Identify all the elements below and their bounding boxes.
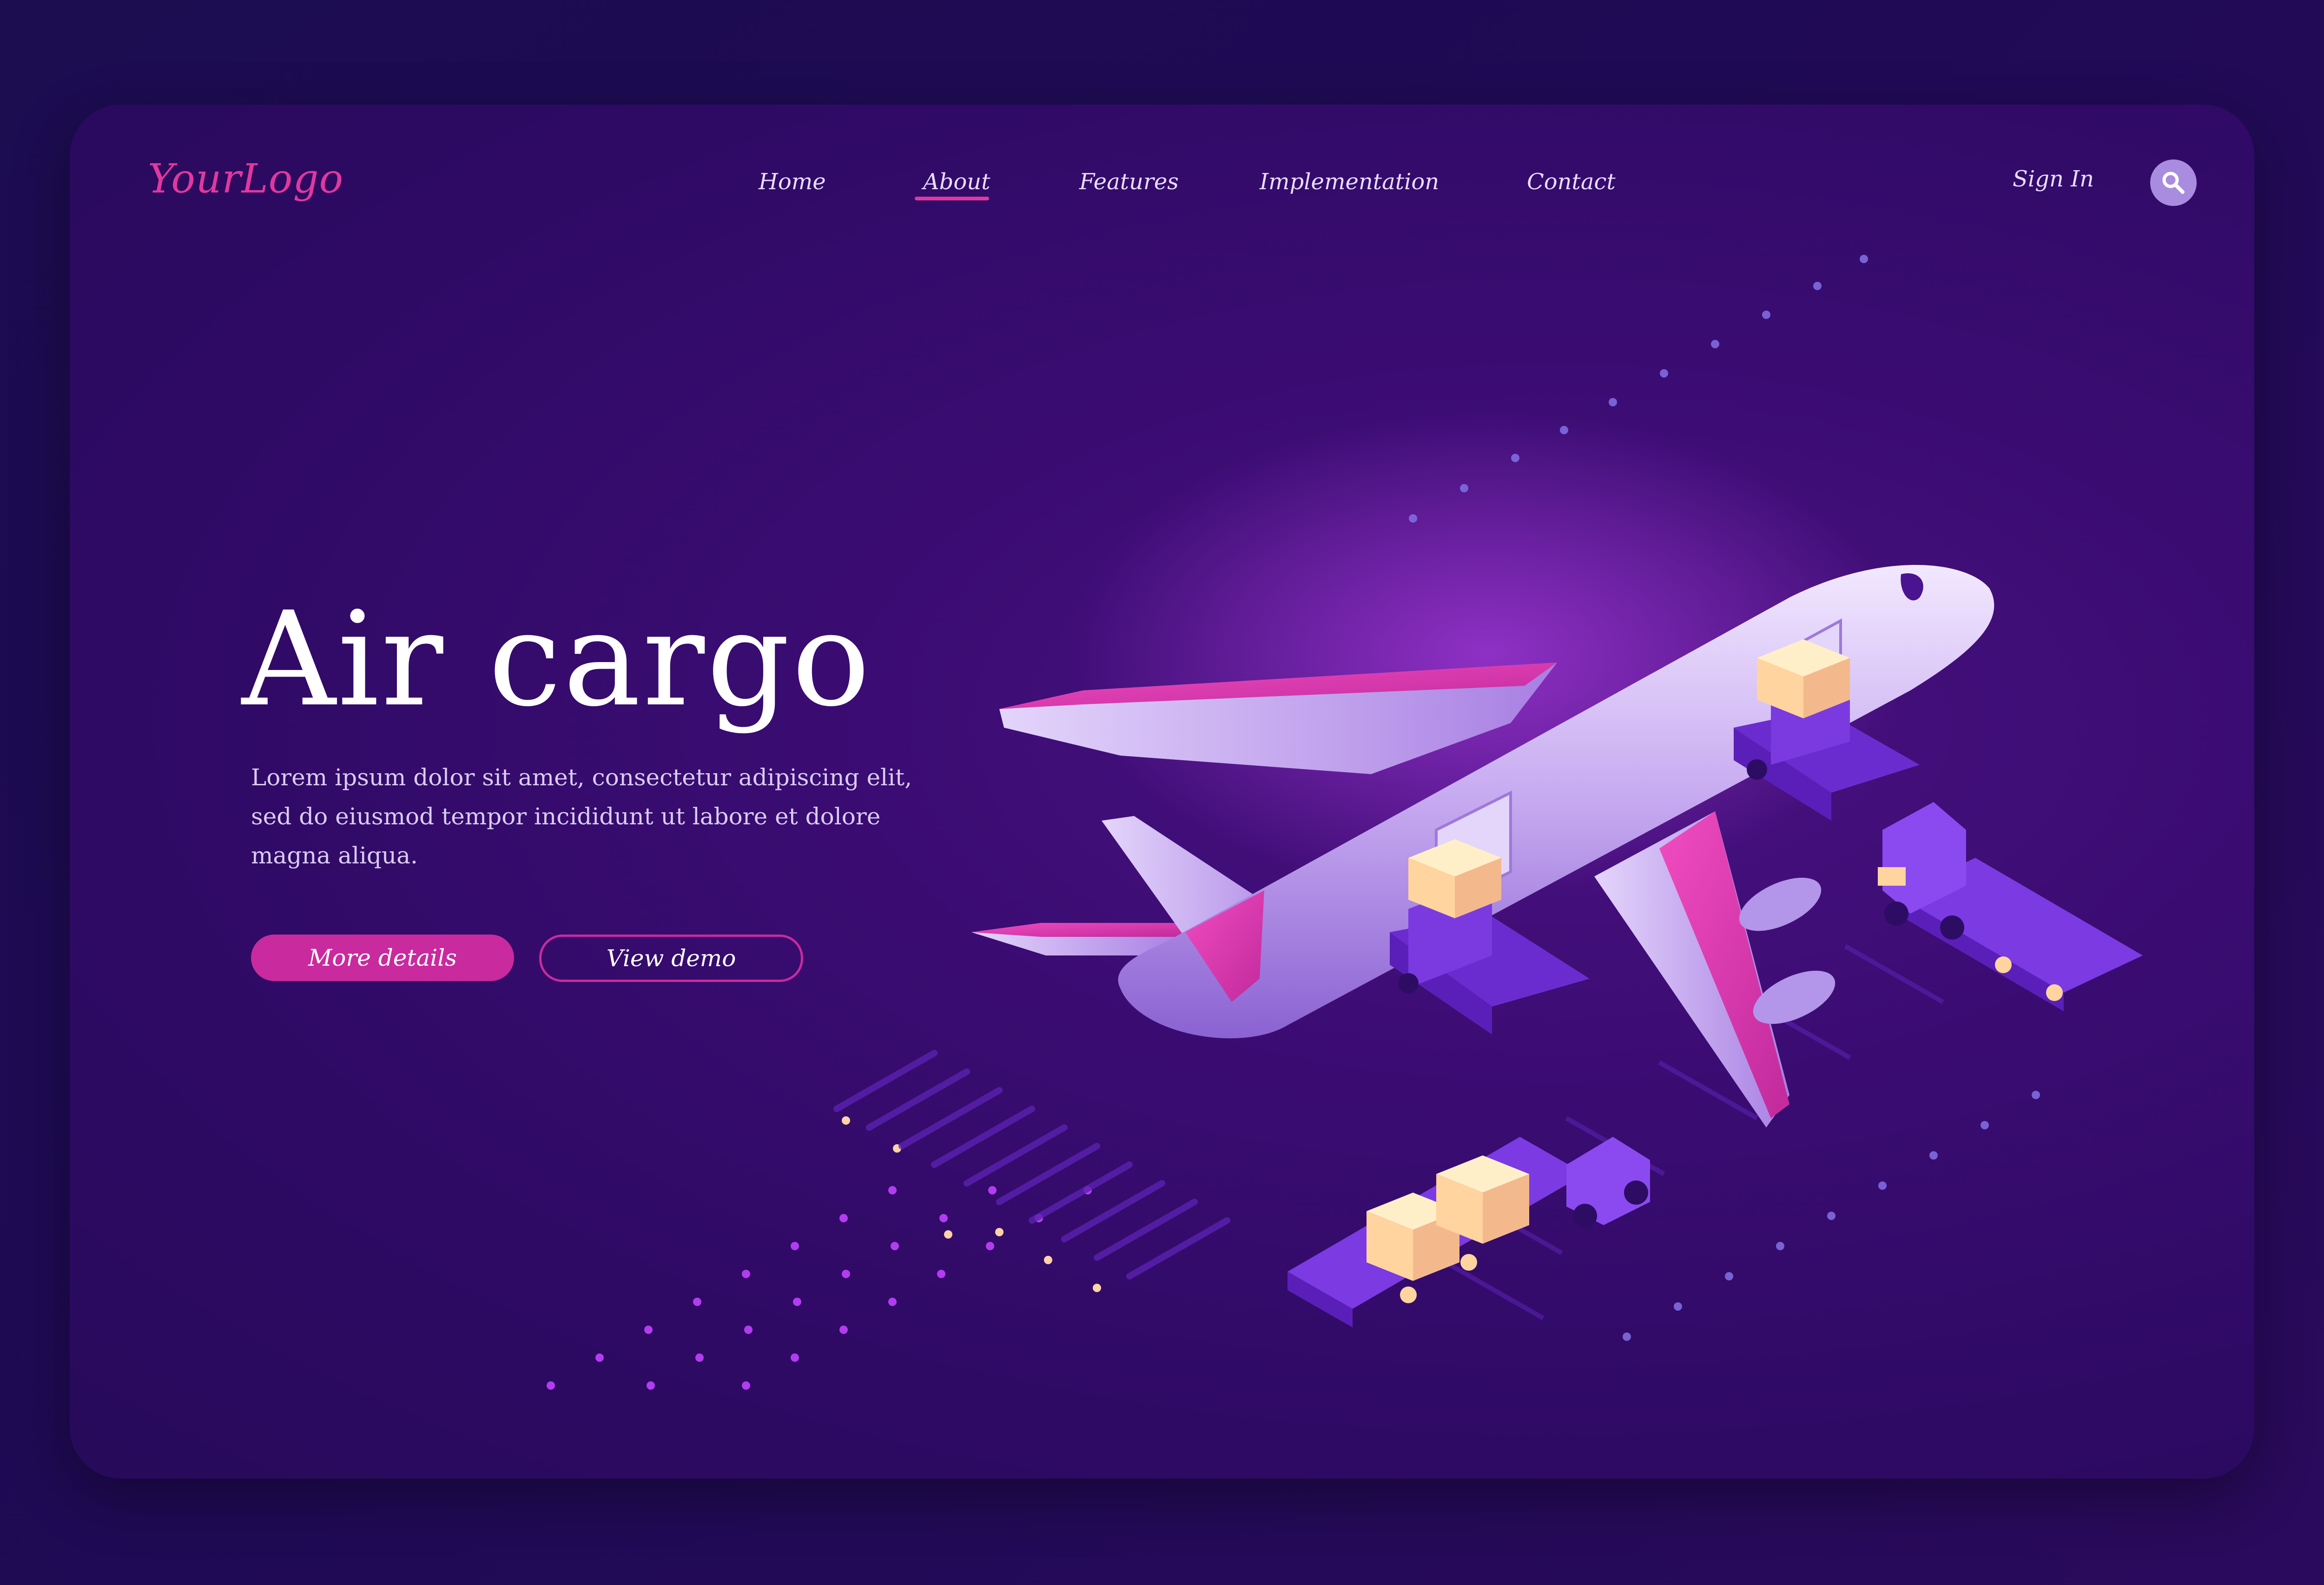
nav-active-indicator bbox=[915, 197, 989, 200]
nav-about[interactable]: About bbox=[923, 169, 990, 195]
cargo-trailer-icon bbox=[1287, 1137, 1650, 1327]
search-icon bbox=[2162, 172, 2185, 194]
more-details-button[interactable]: More details bbox=[251, 935, 514, 981]
hero-description: Lorem ipsum dolor sit amet, consectetur … bbox=[251, 764, 912, 869]
nav-features[interactable]: Features bbox=[1079, 169, 1179, 195]
nav-contact[interactable]: Contact bbox=[1527, 169, 1616, 195]
nav-implementation[interactable]: Implementation bbox=[1260, 169, 1439, 195]
search-button[interactable] bbox=[2150, 159, 2197, 206]
nav-home[interactable]: Home bbox=[759, 169, 826, 195]
view-demo-button[interactable]: View demo bbox=[539, 935, 803, 982]
sign-in-link[interactable]: Sign In bbox=[2013, 166, 2094, 192]
cargo-box-icon bbox=[1436, 1155, 1529, 1244]
logo[interactable]: YourLogo bbox=[148, 156, 343, 202]
landing-card: YourLogo Home About Features Implementat… bbox=[70, 105, 2254, 1479]
loader-truck-icon bbox=[1878, 802, 2143, 1011]
hero-title: Air cargo bbox=[242, 584, 872, 736]
